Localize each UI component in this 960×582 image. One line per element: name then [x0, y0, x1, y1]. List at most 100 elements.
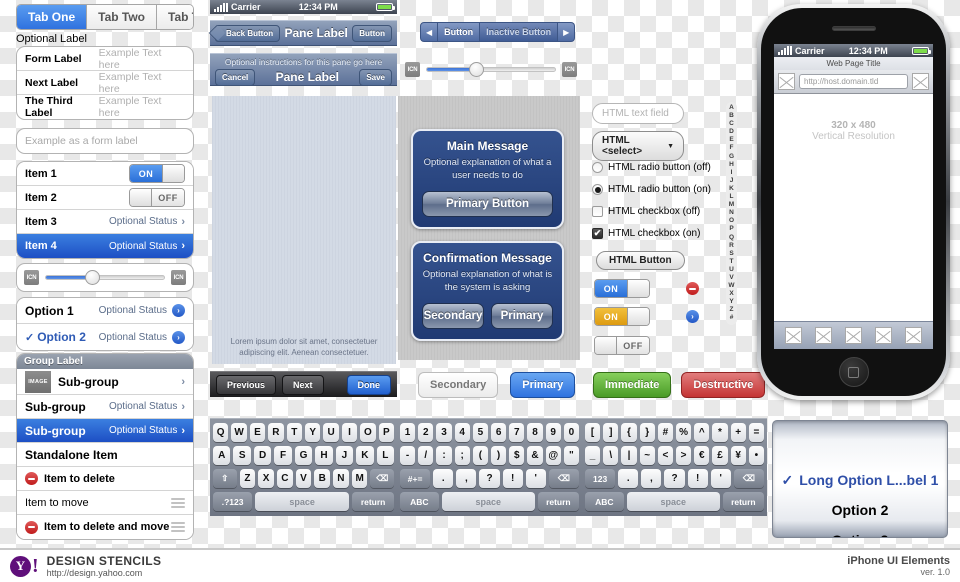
option-row-checked[interactable]: ✓ Option 2 Optional Status ›: [17, 324, 193, 350]
picker-row[interactable]: Option 2: [773, 495, 947, 525]
key-H[interactable]: H: [315, 446, 333, 465]
home-button[interactable]: [838, 357, 869, 387]
toolbar-icon[interactable]: [905, 327, 923, 344]
index-letter[interactable]: C: [729, 120, 734, 128]
group-row-with-image[interactable]: IMAGE Sub-group ›: [17, 369, 193, 395]
done-button[interactable]: Done: [346, 374, 391, 395]
html-radio-on-row[interactable]: HTML radio button (on): [592, 184, 711, 195]
slider-left-icon[interactable]: ICN: [24, 270, 39, 285]
key-'[interactable]: ': [525, 469, 546, 488]
slider-right-icon[interactable]: ICN: [562, 62, 577, 77]
bookmarks-icon[interactable]: [778, 73, 795, 90]
secondary-button[interactable]: Secondary: [418, 372, 499, 398]
key-6[interactable]: 6: [491, 423, 507, 442]
delete-key[interactable]: ⌫: [548, 469, 579, 488]
key-W[interactable]: W: [231, 423, 247, 442]
key-3[interactable]: 3: [436, 423, 452, 442]
space-key[interactable]: space: [441, 492, 535, 511]
toolbar-icon[interactable]: [784, 327, 802, 344]
reorder-handle-icon[interactable]: [171, 522, 185, 532]
toggle-switch-on[interactable]: ON: [129, 164, 185, 183]
checkbox-on-icon[interactable]: ✔: [592, 228, 603, 239]
slider-track[interactable]: [45, 270, 165, 285]
key-Q[interactable]: Q: [212, 423, 229, 442]
index-letter[interactable]: Y: [729, 298, 733, 306]
key-=[interactable]: =: [748, 423, 765, 442]
delete-icon[interactable]: [25, 472, 38, 485]
next-button[interactable]: Next: [282, 374, 324, 395]
html-radio-off-row[interactable]: HTML radio button (off): [592, 162, 711, 173]
return-key[interactable]: return: [722, 492, 764, 511]
toggle-switch-amber[interactable]: ON: [594, 307, 650, 326]
key-\[interactable]: \: [603, 446, 619, 465]
form-row[interactable]: Next Label Example Text here: [17, 71, 193, 95]
key-0[interactable]: 0: [563, 423, 580, 442]
index-letter[interactable]: L: [730, 193, 734, 201]
segment-button-inactive[interactable]: Inactive Button: [480, 22, 559, 42]
toggle-switch-off[interactable]: OFF: [594, 336, 650, 355]
key-[[interactable]: [: [584, 423, 601, 442]
key-_[interactable]: _: [584, 446, 601, 465]
mode-switch-key[interactable]: .?123: [213, 492, 253, 511]
key-)[interactable]: ): [491, 446, 507, 465]
toggle-switch-on[interactable]: ON: [594, 279, 650, 298]
list-item[interactable]: Item 3 Optional Status ›: [17, 210, 193, 234]
key-N[interactable]: N: [333, 469, 349, 488]
radio-button-off-icon[interactable]: [592, 162, 603, 173]
toolbar-icon[interactable]: [844, 327, 862, 344]
primary-button[interactable]: Primary Button: [422, 190, 553, 217]
key-9[interactable]: 9: [545, 423, 561, 442]
space-key[interactable]: space: [626, 492, 720, 511]
checkbox-off-icon[interactable]: [592, 206, 603, 217]
slider-left-icon[interactable]: ICN: [405, 62, 420, 77]
slider-control-2[interactable]: ICN ICN: [405, 62, 577, 77]
mode-key[interactable]: #+=: [400, 469, 431, 488]
index-letter[interactable]: V: [729, 274, 733, 282]
save-button[interactable]: Save: [359, 68, 392, 86]
key-P[interactable]: P: [378, 423, 395, 442]
list-item[interactable]: Item 2 OFF: [17, 186, 193, 210]
index-letter[interactable]: Z: [730, 306, 734, 314]
index-letter[interactable]: M: [729, 201, 734, 209]
group-row-move[interactable]: Item to move: [17, 491, 193, 515]
key-B[interactable]: B: [314, 469, 331, 488]
index-letter[interactable]: D: [729, 128, 734, 136]
key-K[interactable]: K: [356, 446, 374, 465]
index-letter[interactable]: F: [730, 144, 734, 152]
primary-button[interactable]: Primary: [491, 302, 553, 329]
key-/[interactable]: /: [418, 446, 434, 465]
cancel-button[interactable]: Cancel: [215, 68, 256, 86]
segmented-control[interactable]: ◀ Button Inactive Button ▶: [420, 22, 576, 42]
key-.[interactable]: .: [618, 469, 639, 488]
slider-control[interactable]: ICN ICN: [16, 263, 194, 292]
key-|[interactable]: |: [621, 446, 637, 465]
key-V[interactable]: V: [295, 469, 312, 488]
html-text-field[interactable]: HTML text field: [592, 103, 684, 124]
key-,[interactable]: ,: [456, 469, 477, 488]
key-7[interactable]: 7: [509, 423, 525, 442]
group-row[interactable]: Sub-group Optional Status ›: [17, 395, 193, 419]
index-letter[interactable]: R: [729, 242, 734, 250]
key-([interactable]: (: [472, 446, 488, 465]
group-row-delete[interactable]: Item to delete: [17, 467, 193, 491]
form-row[interactable]: The Third Label Example Text here: [17, 95, 193, 119]
key-![interactable]: !: [502, 469, 523, 488]
key-;[interactable]: ;: [454, 446, 470, 465]
index-letter[interactable]: #: [730, 314, 734, 322]
key-M[interactable]: M: [351, 469, 368, 488]
key-J[interactable]: J: [335, 446, 354, 465]
key-8[interactable]: 8: [527, 423, 543, 442]
index-letter[interactable]: P: [729, 225, 733, 233]
key-"[interactable]: ": [563, 446, 580, 465]
mode-switch-key[interactable]: ABC: [585, 492, 624, 511]
key-R[interactable]: R: [268, 423, 284, 442]
slider-right-icon[interactable]: ICN: [171, 270, 186, 285]
space-key[interactable]: space: [255, 492, 350, 511]
mode-switch-key[interactable]: ABC: [400, 492, 439, 511]
chevron-circle-icon[interactable]: ›: [686, 310, 699, 323]
key-X[interactable]: X: [258, 469, 274, 488]
key-D[interactable]: D: [253, 446, 272, 465]
reload-icon[interactable]: [912, 73, 929, 90]
chevron-circle-icon[interactable]: ›: [172, 330, 185, 344]
index-letter[interactable]: U: [729, 266, 734, 274]
